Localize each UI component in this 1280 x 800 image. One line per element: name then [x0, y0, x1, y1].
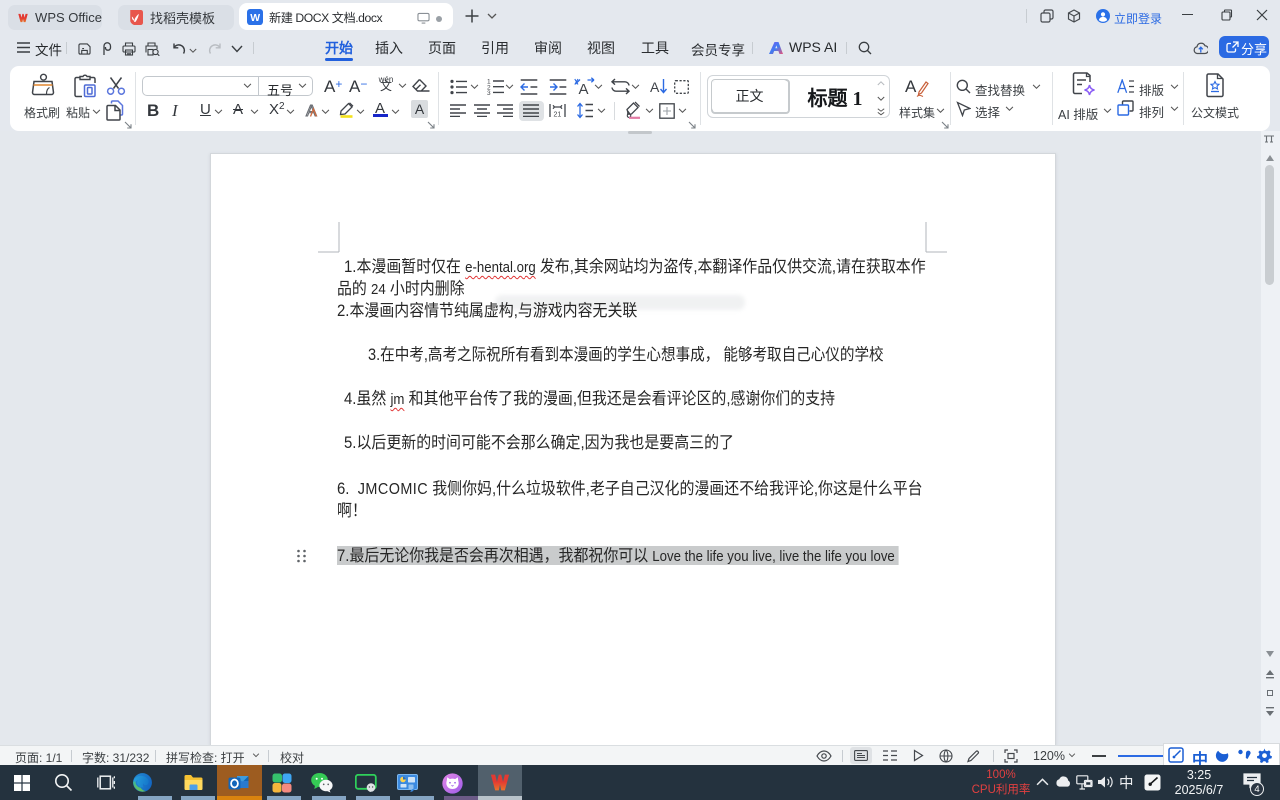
- svg-text:21: 21: [554, 112, 562, 119]
- svg-text:A: A: [905, 77, 917, 96]
- svg-text:A: A: [650, 79, 660, 95]
- svg-text:3: 3: [487, 90, 491, 95]
- svg-text:A: A: [306, 103, 317, 119]
- svg-text:A: A: [579, 81, 589, 96]
